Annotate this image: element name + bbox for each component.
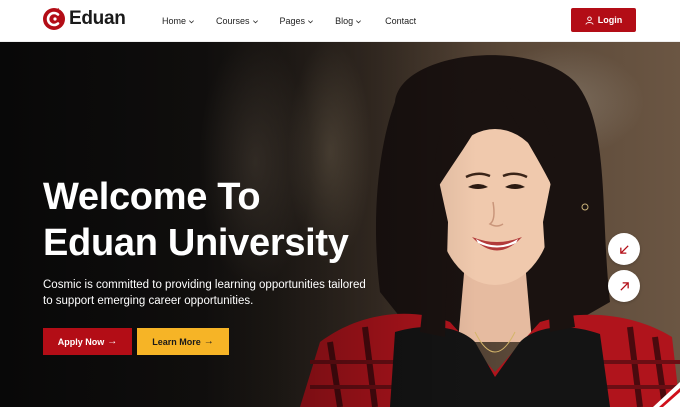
hero-title: Welcome To Eduan University xyxy=(43,174,403,266)
main-nav: Home Courses Pages Blog Contact xyxy=(162,0,416,42)
brand-logo[interactable]: Eduan xyxy=(42,7,126,31)
apply-now-label: Apply Now xyxy=(57,336,105,347)
brand-name: Eduan xyxy=(69,8,126,29)
learn-more-button[interactable]: Learn More → xyxy=(137,328,229,355)
nav-item-label: Contact xyxy=(385,16,417,26)
hero-subtitle: Cosmic is committed to providing learnin… xyxy=(43,279,366,307)
nav-item-label: Blog xyxy=(335,16,354,26)
nav-item-pages[interactable]: Pages xyxy=(280,16,315,26)
arrow-right-icon: → xyxy=(203,336,214,347)
nav-item-label: Courses xyxy=(216,16,250,26)
slider-next-button[interactable] xyxy=(608,270,640,302)
hero-title-line2: Eduan University xyxy=(43,222,349,264)
chevron-down-icon xyxy=(308,19,314,23)
login-button[interactable]: Login xyxy=(571,8,636,32)
hero-title-line1: Welcome To xyxy=(43,176,261,218)
nav-item-contact[interactable]: Contact xyxy=(385,16,416,26)
logo-icon xyxy=(43,8,65,30)
decorative-card-edge xyxy=(653,382,680,407)
nav-item-home[interactable]: Home xyxy=(162,16,195,26)
slider-prev-button[interactable] xyxy=(608,233,640,265)
user-icon xyxy=(585,15,594,25)
chevron-down-icon xyxy=(189,19,195,23)
arrow-right-icon: → xyxy=(107,336,118,347)
site-header: Eduan Home Courses Pages Blog Contact Lo… xyxy=(0,0,680,42)
apply-now-button[interactable]: Apply Now → xyxy=(43,328,132,355)
learn-more-label: Learn More xyxy=(152,336,201,347)
hero-section: Welcome To Eduan University Cosmic is co… xyxy=(0,42,680,407)
arrow-down-left-icon xyxy=(619,244,629,254)
nav-item-label: Pages xyxy=(279,16,306,26)
nav-item-blog[interactable]: Blog xyxy=(335,16,362,26)
chevron-down-icon xyxy=(252,19,258,23)
chevron-down-icon xyxy=(356,19,362,23)
login-label: Login xyxy=(597,15,623,25)
nav-item-label: Home xyxy=(162,16,187,26)
nav-item-courses[interactable]: Courses xyxy=(216,16,259,26)
arrow-up-right-icon xyxy=(619,281,629,291)
